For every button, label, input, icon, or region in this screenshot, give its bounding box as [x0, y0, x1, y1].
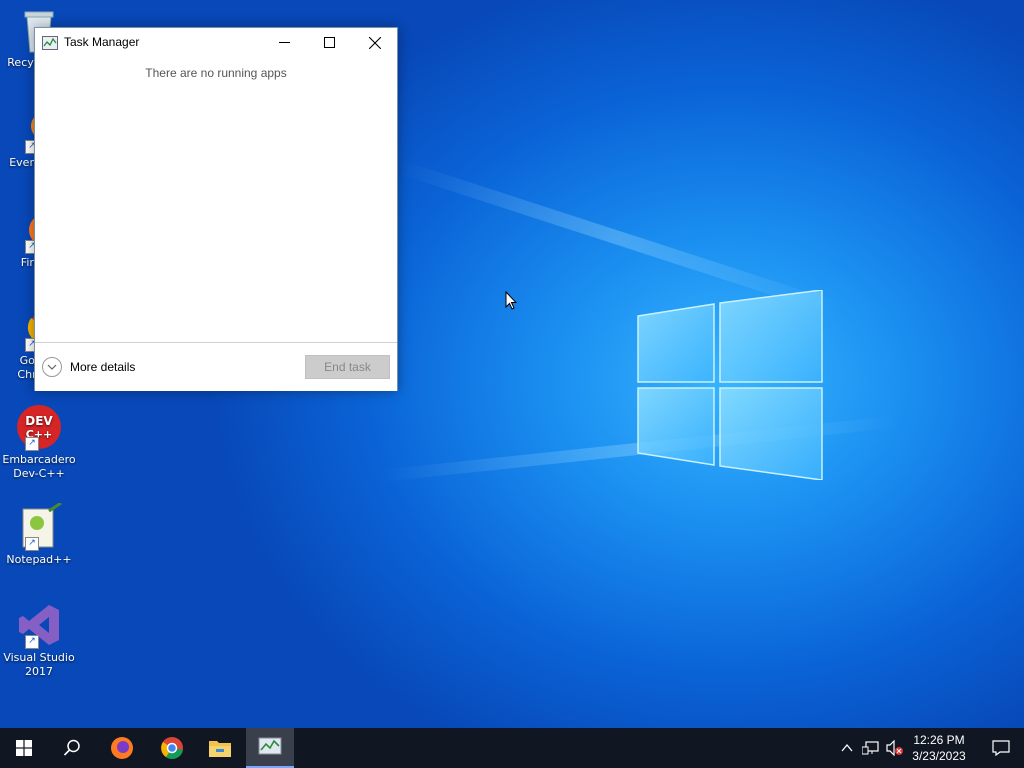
empty-state-message: There are no running apps [145, 66, 287, 80]
desktop-icon-label: Embarcadero Dev-C++ [2, 453, 76, 480]
task-manager-icon [42, 35, 58, 50]
network-icon [861, 741, 879, 755]
taskbar-firefox[interactable] [98, 728, 146, 768]
minimize-button[interactable] [262, 28, 307, 57]
desktop-icon-label: Notepad++ [6, 553, 72, 566]
task-manager-window[interactable]: Task Manager There are no running apps M… [34, 27, 398, 391]
desktop-icon-label: Visual Studio 2017 [3, 651, 75, 678]
system-clock[interactable]: 12:26 PM 3/23/2023 [902, 732, 976, 764]
start-button[interactable] [0, 728, 48, 768]
shortcut-arrow-icon: ↗ [25, 635, 39, 649]
windows-logo-wallpaper [636, 289, 824, 481]
task-manager-footer: More details End task [35, 342, 397, 391]
close-icon [368, 36, 381, 49]
chrome-icon [161, 737, 183, 759]
chevron-up-icon [841, 743, 853, 752]
maximize-button[interactable] [307, 28, 352, 57]
visual-studio-icon: ↗ [15, 601, 63, 649]
window-title: Task Manager [64, 35, 140, 49]
action-center-button[interactable] [978, 728, 1024, 768]
chevron-down-icon [42, 357, 62, 377]
more-details-toggle[interactable]: More details [42, 357, 135, 377]
close-button[interactable] [352, 28, 397, 57]
notepad-plus-plus-icon: ↗ [15, 501, 63, 551]
taskbar-task-manager[interactable] [246, 728, 294, 768]
windows-start-icon [16, 740, 32, 756]
notification-icon [992, 740, 1010, 756]
search-icon [63, 739, 80, 756]
search-button[interactable] [48, 728, 96, 768]
desktop-icon-notepad-plus-plus[interactable]: ↗ Notepad++ [2, 501, 76, 567]
minimize-icon [279, 42, 290, 43]
taskbar: 12:26 PM 3/23/2023 [0, 728, 1024, 768]
shortcut-arrow-icon: ↗ [25, 437, 39, 451]
taskbar-chrome[interactable] [148, 728, 196, 768]
end-task-button[interactable]: End task [305, 355, 390, 379]
maximize-icon [324, 37, 335, 48]
dev-cpp-icon: DEV C++ ↗ [15, 403, 63, 451]
more-details-label: More details [70, 360, 136, 374]
clock-date: 3/23/2023 [912, 749, 966, 763]
taskbar-file-explorer[interactable] [196, 728, 244, 768]
shortcut-arrow-icon: ↗ [25, 537, 39, 551]
desktop[interactable]: Recycle Bin ↗ Everything ↗ Firefox ↗ Goo… [0, 0, 1024, 728]
desktop-icon-visual-studio[interactable]: ↗ Visual Studio 2017 [2, 601, 76, 679]
folder-icon [209, 741, 231, 757]
network-status-button[interactable] [861, 740, 879, 756]
desktop-icon-dev-cpp[interactable]: DEV C++ ↗ Embarcadero Dev-C++ [2, 403, 76, 481]
svg-text:DEV: DEV [25, 414, 53, 428]
clock-time: 12:26 PM [913, 733, 965, 747]
title-bar[interactable]: Task Manager [35, 28, 397, 57]
volume-button[interactable] [886, 739, 903, 757]
show-hidden-icons-button[interactable] [839, 740, 855, 756]
mouse-cursor-icon [505, 290, 518, 310]
task-manager-icon [258, 737, 282, 755]
firefox-icon [111, 737, 133, 759]
